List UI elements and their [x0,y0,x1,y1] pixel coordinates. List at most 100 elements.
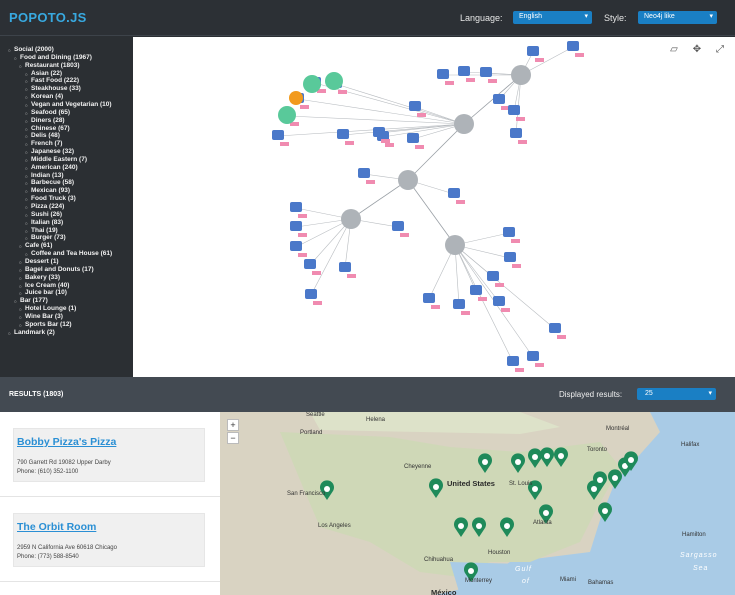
count-badge [456,200,465,204]
category-icon [453,299,465,309]
results-map[interactable]: + − Seattle Helena Portland Montréal Toronto… [220,412,735,595]
count-badge [488,79,497,83]
chevron-down-icon: ▾ [584,13,588,20]
map-place-label: México [431,588,457,595]
taxonomy-item[interactable]: Cafe (61) [19,242,53,250]
map-marker-dot [602,508,608,514]
graph-hub-node [398,170,418,190]
taxonomy-item[interactable]: Barbecue (58) [25,179,74,187]
count-badge [381,139,390,143]
category-icon [480,67,492,77]
zoom-in-button[interactable]: + [227,419,239,431]
graph-canvas[interactable]: ▱ ✥ ⤢ [133,37,735,377]
displayed-results-select[interactable]: 25 ▾ [637,388,716,400]
count-badge [298,233,307,237]
taxonomy-item[interactable]: Pizza (224) [25,203,64,211]
taxonomy-item[interactable]: Restaurant (1803) [19,62,80,70]
taxonomy-item[interactable]: Delis (48) [25,132,60,140]
count-badge [431,305,440,309]
taxonomy-item[interactable]: French (7) [25,140,63,148]
count-badge [300,105,309,109]
map-tiles[interactable] [220,412,735,595]
map-place-label: Los Angeles [318,523,351,529]
graph-svg[interactable] [133,37,735,377]
taxonomy-panel: Social (2000)Food and Dining (1967)Resta… [0,37,133,377]
result-item: The Orbit Room 2959 N California Ave 606… [0,497,220,582]
taxonomy-item[interactable]: Fast Food (222) [25,77,79,85]
taxonomy-item[interactable]: Japanese (32) [25,148,74,156]
map-marker-dot [612,475,618,481]
taxonomy-item[interactable]: Diners (28) [25,117,65,125]
taxonomy-item[interactable]: Dessert (1) [19,258,59,266]
category-icon [337,129,349,139]
map-place-label: United States [447,479,495,488]
taxonomy-item[interactable]: Sports Bar (12) [19,321,72,329]
taxonomy-item[interactable]: American (240) [25,164,78,172]
category-icon [527,351,539,361]
zoom-out-button[interactable]: − [227,432,239,444]
count-badge [515,368,524,372]
count-badge [518,140,527,144]
taxonomy-item[interactable]: Seafood (65) [25,109,70,117]
taxonomy-item[interactable]: Food and Dining (1967) [14,54,92,62]
taxonomy-item[interactable]: Juice bar (10) [19,289,67,297]
result-name-link[interactable]: Bobby Pizza's Pizza [17,436,116,448]
taxonomy-item[interactable]: Landmark (2) [8,329,55,337]
taxonomy-item[interactable]: Italian (83) [25,219,63,227]
map-marker-dot [628,457,634,463]
map-place-label: San Francisco [287,491,326,497]
map-place-label: Atlanta [533,520,552,526]
taxonomy-item[interactable]: Middle Eastern (7) [25,156,87,164]
category-icon [290,221,302,231]
taxonomy-item[interactable]: Sushi (26) [25,211,62,219]
reset-icon[interactable]: ▱ [667,43,681,57]
map-place-label: Toronto [587,447,608,453]
taxonomy-item[interactable]: Steakhouse (33) [25,85,81,93]
style-select[interactable]: Neo4j like ▾ [638,11,717,24]
top-bar: POPOTO.JS Language: English ▾ Style: Neo… [0,0,735,36]
taxonomy-item[interactable]: Bar (177) [14,297,48,305]
selected-node [325,72,343,90]
map-place-label: Bahamas [588,580,614,586]
map-marker-dot [591,486,597,492]
map-place-label: of [522,578,530,585]
result-name-link[interactable]: The Orbit Room [17,521,96,533]
taxonomy-item[interactable]: Hotel Lounge (1) [19,305,76,313]
language-select[interactable]: English ▾ [513,11,592,24]
map-marker-dot [543,510,549,516]
taxonomy-item[interactable]: Bagel and Donuts (17) [19,266,94,274]
category-icon [448,188,460,198]
taxonomy-item[interactable]: Wine Bar (3) [19,313,63,321]
taxonomy-item[interactable]: Chinese (67) [25,125,70,133]
graph-hub-node [341,209,361,229]
category-icon [290,202,302,212]
count-badge [511,239,520,243]
fullscreen-icon[interactable]: ⤢ [713,43,727,57]
center-icon[interactable]: ✥ [690,43,704,57]
map-marker-dot [468,568,474,574]
graph-link [335,83,465,125]
result-card: Bobby Pizza's Pizza 790 Garrett Rd 19082… [13,428,205,482]
taxonomy-item[interactable]: Korean (4) [25,93,63,101]
count-badge [347,274,356,278]
taxonomy-item[interactable]: Ice Cream (40) [19,282,70,290]
taxonomy-item[interactable]: Bakery (33) [19,274,60,282]
category-icon [409,101,421,111]
taxonomy-item[interactable]: Thai (19) [25,227,58,235]
taxonomy-item[interactable]: Social (2000) [8,46,54,54]
graph-link [277,123,465,137]
count-badge [516,117,525,121]
result-address: 790 Garrett Rd 19082 Upper Darby [17,460,111,466]
taxonomy-item[interactable]: Coffee and Tea House (61) [25,250,112,258]
taxonomy-item[interactable]: Mexican (93) [25,187,70,195]
category-icon [358,168,370,178]
result-phone: Phone: (773) 588-8540 [17,554,79,560]
taxonomy-item[interactable]: Asian (22) [25,70,62,78]
category-icon [423,293,435,303]
taxonomy-item[interactable]: Indian (13) [25,172,63,180]
taxonomy-item[interactable]: Vegan and Vegetarian (10) [25,101,112,109]
map-place-label: Sargasso [680,552,718,559]
taxonomy-item[interactable]: Burger (73) [25,234,66,242]
taxonomy-item[interactable]: Food Truck (3) [25,195,76,203]
map-marker-dot [532,454,538,460]
